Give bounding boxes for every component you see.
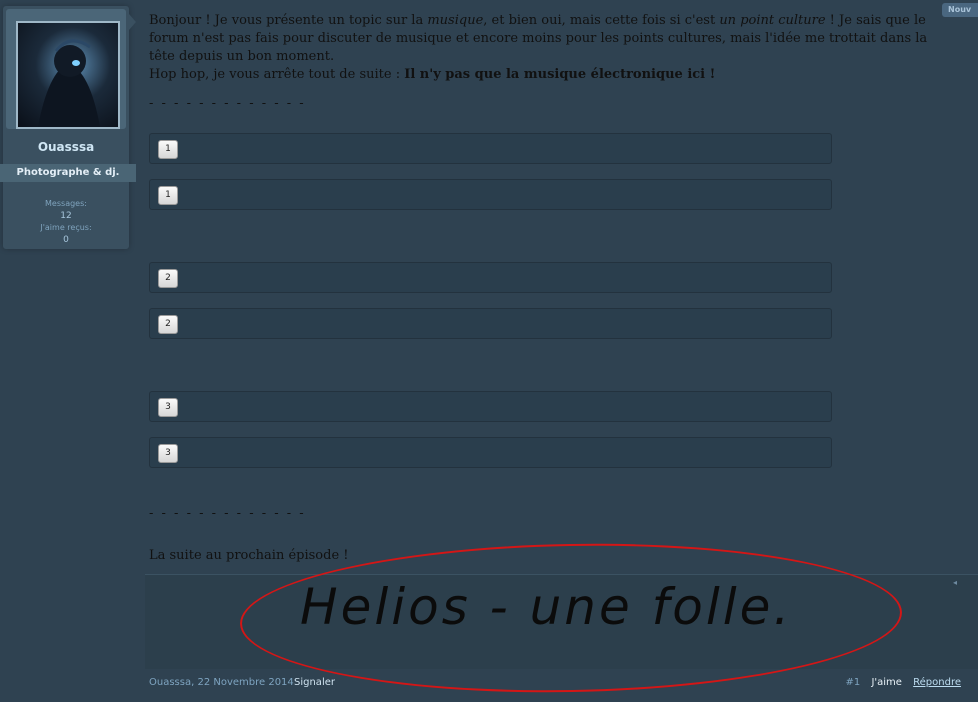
spoiler-box[interactable]: 2 xyxy=(149,308,832,339)
intro-text-2: , et bien oui, mais cette fois si c'est xyxy=(483,13,720,28)
warning-text: Hop hop, je vous arrête tout de suite : xyxy=(149,67,405,82)
reply-link[interactable]: Répondre xyxy=(913,677,961,688)
spoiler-box[interactable]: 1 xyxy=(149,133,832,164)
likes-count: 0 xyxy=(63,235,69,245)
signature-toggle-icon[interactable]: ◂ xyxy=(953,578,957,587)
spoiler-box[interactable]: 3 xyxy=(149,391,832,422)
separator-top: - - - - - - - - - - - - - xyxy=(149,96,306,111)
avatar-image xyxy=(38,39,100,127)
intro-emphasis-culture: un point culture xyxy=(719,13,826,28)
spoiler-button[interactable]: 2 xyxy=(158,269,178,288)
post-footer: Ouasssa, 22 Novembre 2014 Signaler #1 J'… xyxy=(149,677,961,693)
intro-paragraph: Bonjour ! Je vous présente un topic sur … xyxy=(149,12,949,66)
post-body: Bonjour ! Je vous présente un topic sur … xyxy=(149,12,949,84)
username[interactable]: Ouasssa xyxy=(3,140,129,154)
messages-label: Messages: xyxy=(45,199,87,208)
spoiler-button[interactable]: 3 xyxy=(158,444,178,463)
avatar-frame xyxy=(6,9,126,129)
user-sidebar: Ouasssa Photographe & dj. Messages: 12 J… xyxy=(0,0,136,702)
user-card: Ouasssa Photographe & dj. Messages: 12 J… xyxy=(0,6,136,249)
spoiler-button[interactable]: 1 xyxy=(158,186,178,205)
user-title: Photographe & dj. xyxy=(0,164,136,182)
intro-text-1: Bonjour ! Je vous présente un topic sur … xyxy=(149,13,428,28)
spoiler-box[interactable]: 3 xyxy=(149,437,832,468)
spoiler-box[interactable]: 2 xyxy=(149,262,832,293)
spoiler-box[interactable]: 1 xyxy=(149,179,832,210)
post-number-link[interactable]: #1 xyxy=(846,677,861,688)
ending-text: La suite au prochain épisode ! xyxy=(149,548,349,563)
author-date[interactable]: Ouasssa, 22 Novembre 2014 xyxy=(149,677,294,688)
separator-bottom: - - - - - - - - - - - - - xyxy=(149,506,306,521)
like-link[interactable]: J'aime xyxy=(871,677,902,688)
report-link[interactable]: Signaler xyxy=(294,677,335,688)
intro-emphasis-music: musique xyxy=(427,13,484,28)
footer-actions: #1 J'aime Répondre xyxy=(846,677,961,688)
warning-bold: Il n'y pas que la musique électronique i… xyxy=(404,67,716,82)
likes-label: J'aime reçus: xyxy=(40,223,92,232)
user-stats: Messages: 12 J'aime reçus: 0 xyxy=(3,198,129,246)
messages-count: 12 xyxy=(60,211,72,221)
avatar[interactable] xyxy=(16,21,120,129)
spoiler-button[interactable]: 1 xyxy=(158,140,178,159)
warning-paragraph: Hop hop, je vous arrête tout de suite : … xyxy=(149,66,949,84)
spoiler-button[interactable]: 3 xyxy=(158,398,178,417)
spoiler-button[interactable]: 2 xyxy=(158,315,178,334)
message-pointer-arrow xyxy=(129,14,136,30)
